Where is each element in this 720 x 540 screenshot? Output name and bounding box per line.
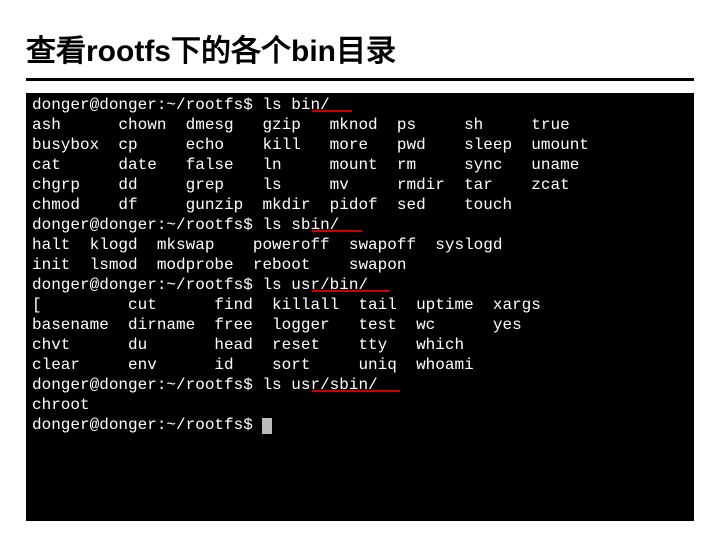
prompt: donger@donger:~/rootfs$: [32, 216, 253, 234]
sbin-listing: halt klogd mkswap poweroff swapoff syslo…: [32, 236, 502, 274]
ls-cmd: ls: [262, 216, 281, 234]
footer-left: xlanchen@2007.6.4: [30, 506, 119, 517]
prompt: donger@donger:~/rootfs$: [32, 376, 253, 394]
ls-cmd: ls: [262, 276, 281, 294]
terminal-output: donger@donger:~/rootfs$ ls bin/ ash chow…: [26, 93, 694, 521]
footer-page-number: 89: [679, 506, 690, 517]
slide-title: 查看rootfs下的各个bin目录: [0, 0, 720, 70]
ls-cmd: ls: [262, 96, 281, 114]
usrbin-listing: [ cut find killall tail uptime xargs bas…: [32, 296, 541, 374]
underline-mark: [312, 390, 400, 392]
title-underline: [26, 78, 694, 81]
prompt: donger@donger:~/rootfs$: [32, 416, 253, 434]
slide-footer: xlanchen@2007.6.4 Embedded Operating Sys…: [0, 506, 720, 522]
ls-cmd: ls: [262, 376, 281, 394]
underline-mark: [312, 230, 362, 232]
usrsbin-listing: chroot: [32, 396, 90, 414]
footer-center: Embedded Operating Systems: [292, 506, 428, 517]
bin-listing: ash chown dmesg gzip mknod ps sh true bu…: [32, 116, 589, 214]
prompt: donger@donger:~/rootfs$: [32, 96, 253, 114]
cursor-icon: [262, 418, 272, 434]
prompt: donger@donger:~/rootfs$: [32, 276, 253, 294]
underline-mark: [312, 290, 390, 292]
underline-mark: [312, 110, 352, 112]
